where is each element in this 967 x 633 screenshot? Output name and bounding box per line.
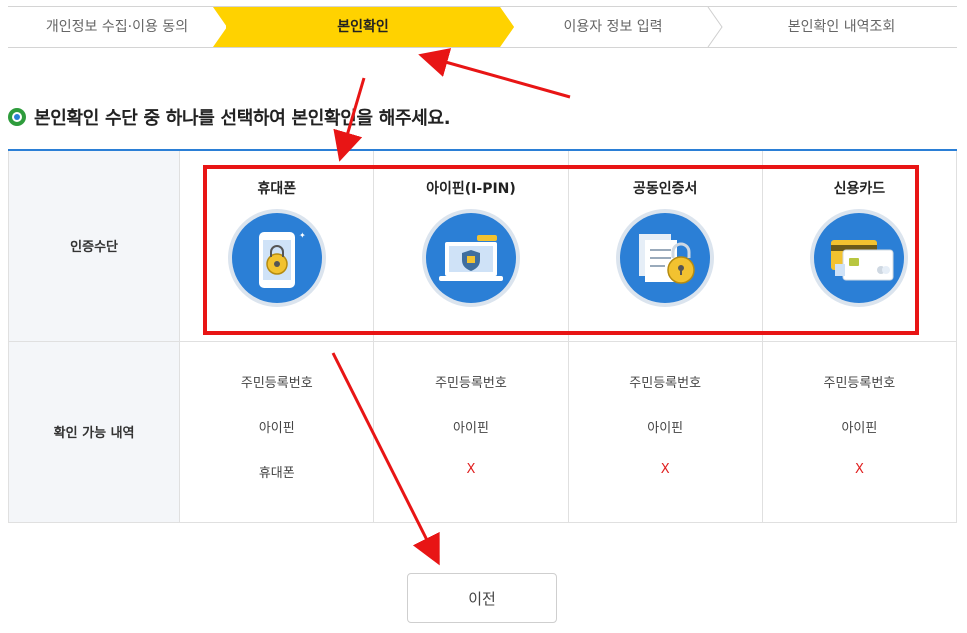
method-name: 신용카드 <box>833 181 886 197</box>
phone-lock-icon[interactable]: ✦ <box>227 208 327 308</box>
method-credit-card[interactable]: 신용카드 <box>761 149 958 342</box>
section-heading: 본인확인 수단 중 하나를 선택하여 본인확인을 해주세요. <box>8 104 451 130</box>
prev-button[interactable]: 이전 <box>407 573 557 623</box>
check-item: 아이핀 <box>258 420 295 436</box>
heading-text: 본인확인 수단 중 하나를 선택하여 본인확인을 해주세요. <box>34 108 451 129</box>
method-phone[interactable]: 휴대폰 ✦ <box>179 149 375 342</box>
check-item: 주민등록번호 <box>823 375 896 391</box>
method-certificate[interactable]: 공동인증서 <box>567 149 763 342</box>
bullet-icon <box>8 108 26 126</box>
check-item: 주민등록번호 <box>629 375 702 391</box>
check-item: 아이핀 <box>647 420 684 436</box>
check-item: 휴대폰 <box>258 465 295 481</box>
method-name: 휴대폰 <box>257 181 297 197</box>
method-ipin[interactable]: 아이핀(I-PIN) <box>373 149 569 342</box>
unavailable-mark: X <box>660 461 670 477</box>
certificate-lock-icon[interactable] <box>615 208 715 308</box>
step-chevrons <box>213 7 723 47</box>
available-list-phone: 주민등록번호 아이핀 휴대폰 <box>179 340 375 523</box>
credit-card-icon[interactable] <box>809 208 909 308</box>
laptop-shield-icon[interactable] <box>421 208 521 308</box>
verification-method-table: 인증수단 휴대폰 ✦ 아이핀(I-PIN) 공동인증서 신용카드 확인 가능 내… <box>7 149 958 523</box>
row-header-available: 확인 가능 내역 <box>7 340 181 523</box>
annotation-arrow <box>418 48 571 99</box>
method-name: 공동인증서 <box>632 181 698 197</box>
step-progress-bar: 개인정보 수집·이용 동의 본인확인 이용자 정보 입력 본인확인 내역조회 <box>8 6 957 48</box>
svg-text:✦: ✦ <box>299 231 306 240</box>
unavailable-mark: X <box>854 461 864 477</box>
available-list-certificate: 주민등록번호 아이핀 X <box>567 340 763 523</box>
row-header-method: 인증수단 <box>7 149 181 342</box>
available-list-ipin: 주민등록번호 아이핀 X <box>373 340 569 523</box>
check-item: 아이핀 <box>841 420 878 436</box>
unavailable-mark: X <box>466 461 476 477</box>
check-item: 아이핀 <box>453 420 489 436</box>
available-list-credit-card: 주민등록번호 아이핀 X <box>761 340 958 523</box>
check-item: 주민등록번호 <box>240 375 313 391</box>
method-name: 아이핀(I-PIN) <box>426 181 516 197</box>
check-item: 주민등록번호 <box>435 375 507 391</box>
